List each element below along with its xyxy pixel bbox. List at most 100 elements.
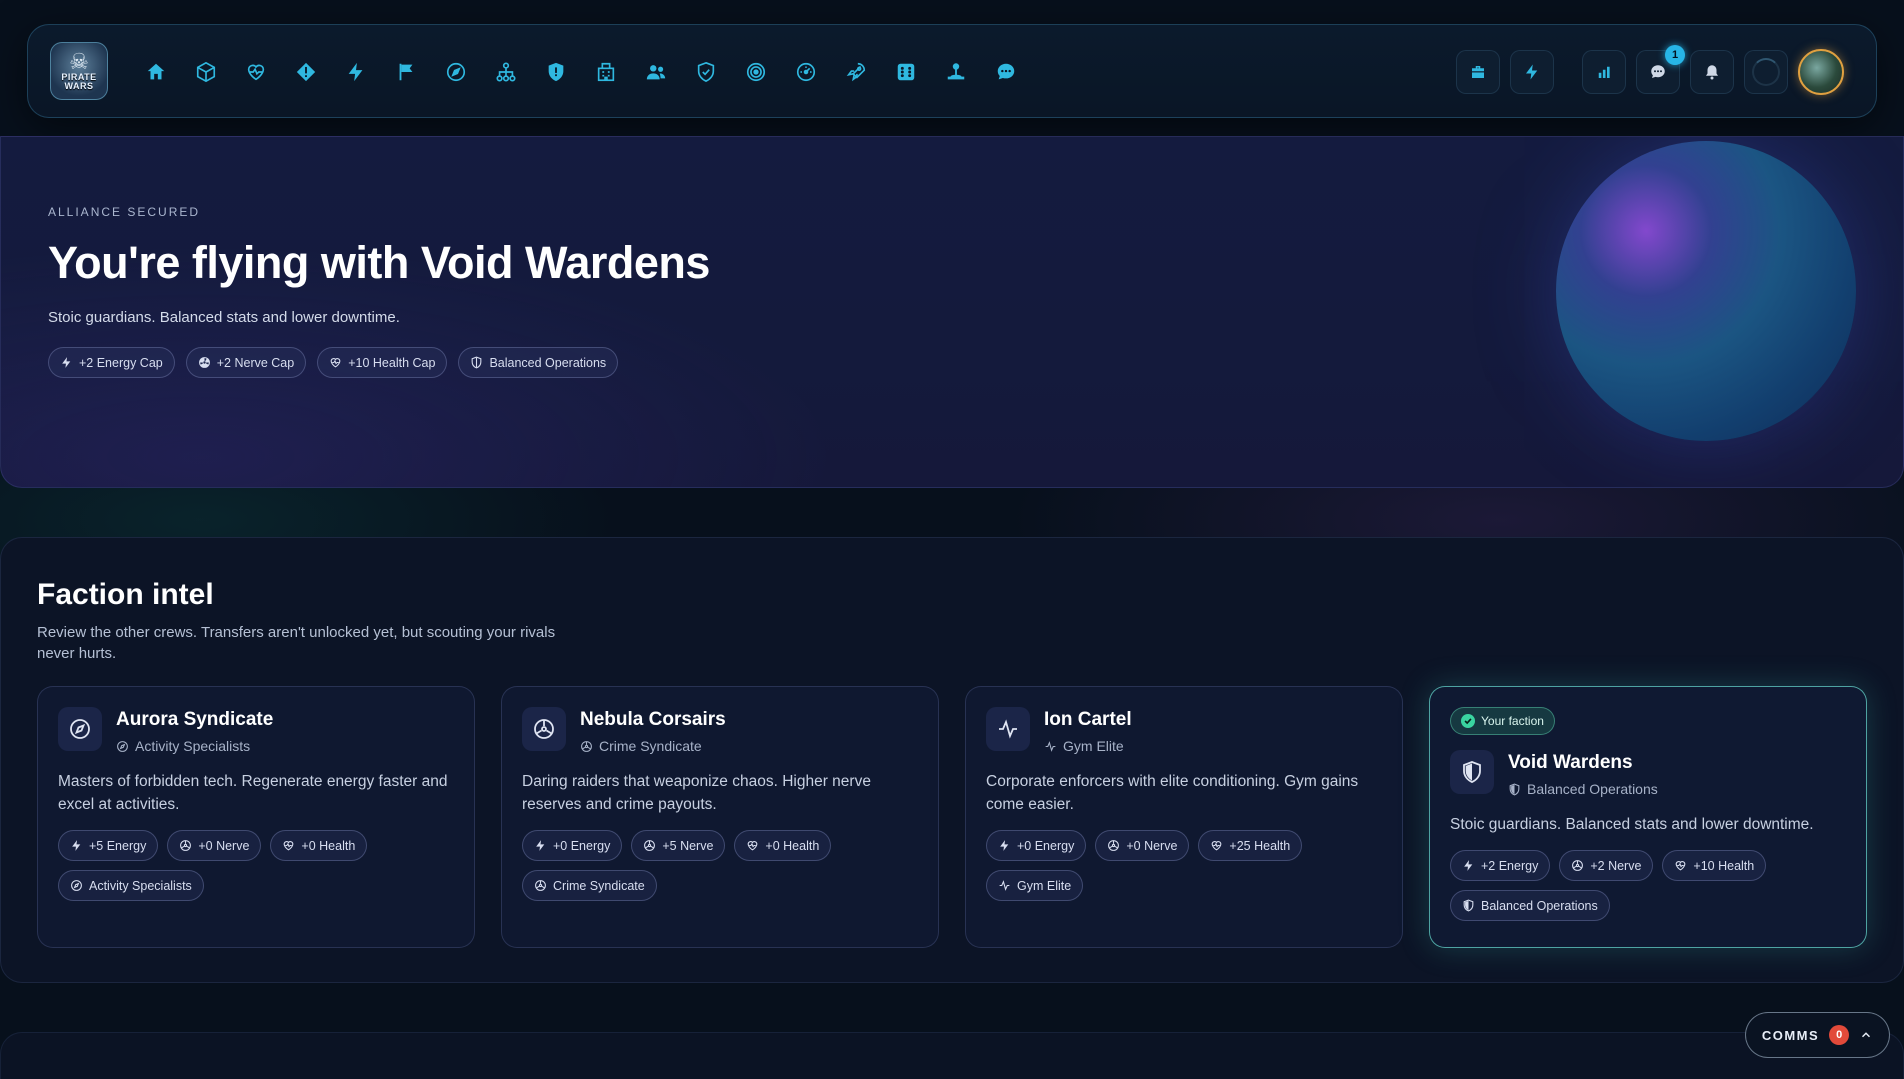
chip-label: +0 Nerve bbox=[198, 838, 250, 853]
gauge-icon bbox=[796, 62, 816, 82]
joystick-icon bbox=[947, 63, 965, 80]
chip-label: Balanced Operations bbox=[1481, 898, 1598, 913]
nav-dashboard[interactable] bbox=[781, 49, 831, 95]
section-title: Faction intel bbox=[37, 578, 214, 611]
heart-icon bbox=[330, 358, 341, 368]
lightning-icon bbox=[1000, 840, 1009, 851]
chip-label: Gym Elite bbox=[1017, 878, 1072, 893]
nav-targets[interactable] bbox=[731, 49, 781, 95]
nav-energy[interactable] bbox=[331, 49, 381, 95]
check-icon bbox=[1461, 714, 1475, 728]
faction-type-label: Gym Elite bbox=[1063, 738, 1124, 754]
chat-bubble-icon bbox=[997, 63, 1015, 80]
section-subtitle: Review the other crews. Transfers aren't… bbox=[37, 624, 556, 662]
nav-missions[interactable] bbox=[381, 49, 431, 95]
bonus-chip: Balanced Operations bbox=[458, 347, 619, 378]
stat-chip: +5 Nerve bbox=[631, 830, 726, 861]
comms-toggle-button[interactable]: COMMS 0 bbox=[1745, 1012, 1890, 1058]
stat-chip: +10 Health bbox=[1662, 850, 1767, 881]
faction-type: Gym Elite bbox=[1044, 738, 1132, 754]
comms-count-badge: 0 bbox=[1829, 1025, 1850, 1045]
nav-inventory[interactable] bbox=[181, 49, 231, 95]
nav-casino[interactable] bbox=[881, 49, 931, 95]
network-icon bbox=[496, 62, 516, 82]
shield-icon bbox=[1450, 750, 1494, 794]
faction-description: Masters of forbidden tech. Regenerate en… bbox=[58, 773, 448, 813]
chip-label: +5 Energy bbox=[89, 838, 147, 853]
stat-chip: Balanced Operations bbox=[1450, 890, 1610, 921]
notifications-button[interactable] bbox=[1690, 50, 1734, 94]
stat-chip: +0 Energy bbox=[522, 830, 623, 861]
lightning-icon bbox=[62, 357, 71, 368]
compass-icon bbox=[71, 880, 82, 891]
nerve-icon bbox=[522, 707, 566, 751]
faction-type: Crime Syndicate bbox=[580, 738, 726, 754]
shield-check-icon bbox=[697, 61, 715, 83]
chevron-up-icon bbox=[1862, 1032, 1871, 1038]
logo-text: PIRATE WARS bbox=[61, 72, 97, 91]
energy-button[interactable] bbox=[1510, 50, 1554, 94]
stat-chip: Gym Elite bbox=[986, 870, 1084, 901]
chip-label: +5 Nerve bbox=[662, 838, 714, 853]
activity-icon bbox=[999, 880, 1010, 891]
hero-subtitle: Stoic guardians. Balanced stats and lowe… bbox=[48, 309, 400, 326]
briefcase-button[interactable] bbox=[1456, 50, 1500, 94]
chip-label: +2 Nerve bbox=[1590, 858, 1642, 873]
buildings-icon bbox=[597, 62, 615, 82]
alliance-hero: ALLIANCE SECURED You're flying with Void… bbox=[0, 136, 1904, 488]
nav-hospital[interactable] bbox=[231, 49, 281, 95]
chip-label: +0 Nerve bbox=[1126, 838, 1178, 853]
your-faction-badge: Your faction bbox=[1450, 707, 1555, 735]
nav-home[interactable] bbox=[131, 49, 181, 95]
chip-label: +2 Energy bbox=[1481, 858, 1539, 873]
nav-faction[interactable] bbox=[681, 49, 731, 95]
chip-label: Balanced Operations bbox=[489, 355, 607, 370]
stat-chip: +0 Energy bbox=[986, 830, 1087, 861]
shield-icon bbox=[1509, 783, 1520, 796]
lightning-icon bbox=[72, 840, 81, 851]
faction-description: Corporate enforcers with elite condition… bbox=[986, 773, 1359, 813]
stat-chip: +5 Energy bbox=[58, 830, 159, 861]
lightning-icon bbox=[1464, 860, 1473, 871]
stats-button[interactable] bbox=[1582, 50, 1626, 94]
users-icon bbox=[646, 65, 666, 80]
faction-chips: +0 Energy +0 Nerve +25 Health Gym Elite bbox=[986, 830, 1382, 901]
activity-icon bbox=[986, 707, 1030, 751]
nav-launch[interactable] bbox=[831, 49, 881, 95]
user-avatar[interactable] bbox=[1798, 49, 1844, 95]
flag-icon bbox=[399, 63, 413, 81]
faction-name: Ion Cartel bbox=[1044, 709, 1132, 730]
faction-card-aurora-syndicate[interactable]: Aurora Syndicate Activity Specialists Ma… bbox=[37, 686, 475, 948]
heart-icon bbox=[748, 841, 758, 851]
faction-intel-section: Faction intel Review the other crews. Tr… bbox=[0, 537, 1904, 983]
nav-arcade[interactable] bbox=[931, 49, 981, 95]
nav-crimes[interactable] bbox=[281, 49, 331, 95]
loading-spinner bbox=[1744, 50, 1788, 94]
nav-crew[interactable] bbox=[631, 49, 681, 95]
stat-chip: +0 Health bbox=[270, 830, 368, 861]
stat-chip: +2 Energy bbox=[1450, 850, 1551, 881]
nav-chat[interactable] bbox=[981, 49, 1031, 95]
nav-explore[interactable] bbox=[431, 49, 481, 95]
faction-card-void-wardens[interactable]: Your faction Void Wardens Balanced Opera… bbox=[1429, 686, 1867, 948]
stat-chip: +2 Nerve bbox=[1559, 850, 1654, 881]
chip-label: +10 Health Cap bbox=[348, 355, 436, 370]
bonus-chip: +2 Nerve Cap bbox=[185, 347, 307, 378]
nav-defense[interactable] bbox=[531, 49, 581, 95]
hero-eyebrow: ALLIANCE SECURED bbox=[48, 205, 201, 219]
faction-name: Nebula Corsairs bbox=[580, 709, 726, 730]
cube-icon bbox=[196, 61, 216, 83]
faction-card-ion-cartel[interactable]: Ion Cartel Gym Elite Corporate enforcers… bbox=[965, 686, 1403, 948]
stat-chip: +0 Nerve bbox=[1095, 830, 1190, 861]
nav-city[interactable] bbox=[581, 49, 631, 95]
faction-card-nebula-corsairs[interactable]: Nebula Corsairs Crime Syndicate Daring r… bbox=[501, 686, 939, 948]
target-icon bbox=[746, 62, 766, 82]
chip-label: +25 Health bbox=[1229, 838, 1291, 853]
nav-network[interactable] bbox=[481, 49, 531, 95]
heart-icon bbox=[284, 841, 294, 851]
warning-diamond-icon bbox=[296, 62, 316, 82]
stat-chip: +0 Health bbox=[734, 830, 832, 861]
game-logo[interactable]: ☠ PIRATE WARS bbox=[50, 42, 108, 100]
compass-icon bbox=[446, 62, 466, 82]
messages-button[interactable]: 1 bbox=[1636, 45, 1685, 94]
